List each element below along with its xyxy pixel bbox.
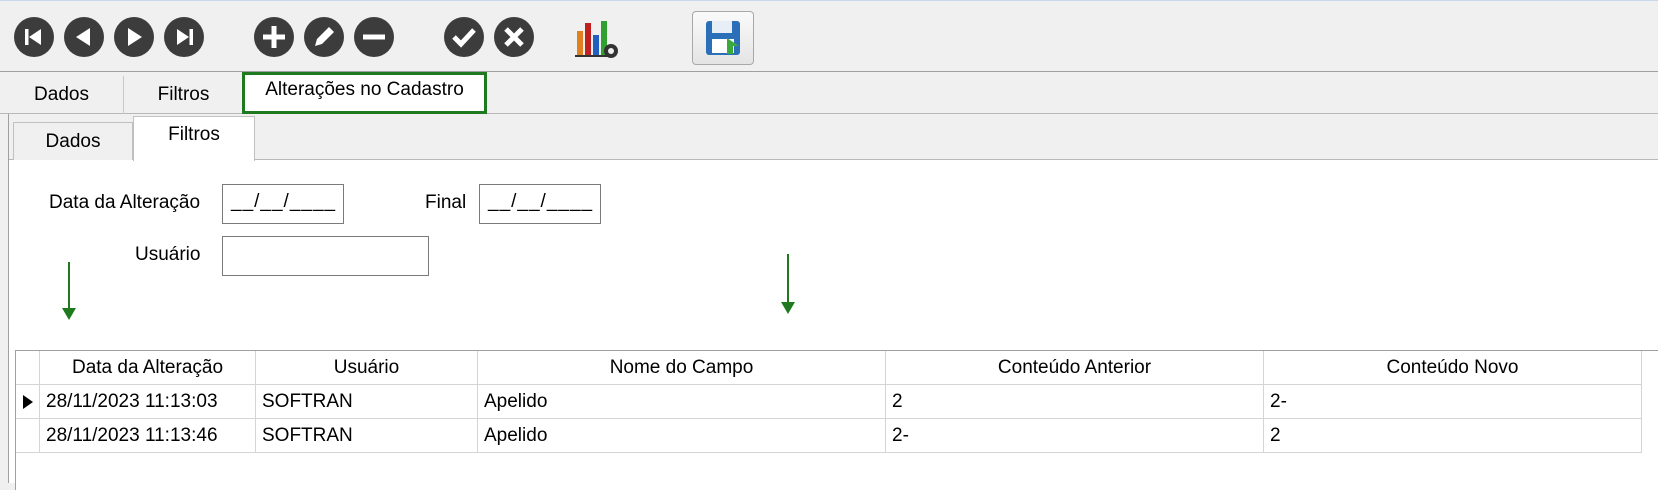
skip-last-icon	[177, 29, 193, 45]
prev-icon	[76, 28, 90, 46]
col-usuario[interactable]: Usuário	[256, 351, 478, 385]
col-data-alteracao[interactable]: Data da Alteração	[40, 351, 256, 385]
cell-conteudo-novo[interactable]: 2-	[1264, 385, 1642, 419]
data-alteracao-field[interactable]: __/__/____	[222, 184, 344, 224]
table-row[interactable]: 28/11/2023 11:13:46 SOFTRAN Apelido 2- 2	[16, 419, 1642, 453]
confirm-button[interactable]	[444, 17, 484, 57]
tab-filtros[interactable]: Filtros	[124, 76, 244, 114]
tab-alteracoes-no-cadastro[interactable]: Alterações no Cadastro	[242, 72, 487, 114]
main-tab-bar: Dados Filtros Alterações no Cadastro	[0, 72, 1658, 114]
usuario-field[interactable]	[222, 236, 429, 276]
skip-first-icon	[25, 29, 41, 45]
col-conteudo-anterior[interactable]: Conteúdo Anterior	[886, 351, 1264, 385]
edit-button[interactable]	[304, 17, 344, 57]
next-record-button[interactable]	[114, 17, 154, 57]
minus-icon	[363, 34, 385, 40]
prev-record-button[interactable]	[64, 17, 104, 57]
cell-data-alteracao[interactable]: 28/11/2023 11:13:03	[40, 385, 256, 419]
current-row-indicator-icon	[16, 385, 40, 419]
sub-tab-bar: Dados Filtros	[9, 114, 1658, 161]
tab-dados[interactable]: Dados	[0, 76, 124, 114]
cell-conteudo-anterior[interactable]: 2-	[886, 419, 1264, 453]
cell-nome-do-campo[interactable]: Apelido	[478, 419, 886, 453]
cell-usuario[interactable]: SOFTRAN	[256, 385, 478, 419]
col-conteudo-novo[interactable]: Conteúdo Novo	[1264, 351, 1642, 385]
data-alteracao-label: Data da Alteração	[49, 192, 201, 213]
chart-settings-button[interactable]	[575, 17, 623, 61]
cell-conteudo-novo[interactable]: 2	[1264, 419, 1642, 453]
col-nome-do-campo[interactable]: Nome do Campo	[478, 351, 886, 385]
final-label: Final	[425, 192, 467, 213]
cell-conteudo-anterior[interactable]: 2	[886, 385, 1264, 419]
alteracoes-panel: Dados Filtros Data da Alteração __/__/__…	[8, 114, 1658, 490]
plus-icon	[263, 26, 285, 48]
row-indicator	[16, 419, 40, 453]
bar-chart-gear-icon	[575, 21, 618, 58]
toolbar	[0, 0, 1658, 72]
final-date-field[interactable]: __/__/____	[479, 184, 601, 224]
annotation-arrow-left	[62, 262, 76, 320]
delete-button[interactable]	[354, 17, 394, 57]
pencil-icon	[315, 27, 334, 46]
add-button[interactable]	[254, 17, 294, 57]
first-record-button[interactable]	[14, 17, 54, 57]
cancel-button[interactable]	[494, 17, 534, 57]
usuario-label: Usuário	[135, 244, 201, 265]
x-icon	[504, 27, 524, 47]
save-button[interactable]	[692, 11, 754, 65]
subtab-dados[interactable]: Dados	[13, 122, 133, 160]
last-record-button[interactable]	[164, 17, 204, 57]
cell-usuario[interactable]: SOFTRAN	[256, 419, 478, 453]
subtab-filtros[interactable]: Filtros	[133, 116, 255, 161]
cell-data-alteracao[interactable]: 28/11/2023 11:13:46	[40, 419, 256, 453]
table-row[interactable]: 28/11/2023 11:13:03 SOFTRAN Apelido 2 2-	[16, 385, 1642, 419]
check-icon	[452, 28, 476, 48]
next-icon	[128, 28, 142, 46]
annotation-arrow-center	[781, 254, 795, 314]
grid-indicator-header	[16, 351, 40, 385]
grid-header: Data da Alteração Usuário Nome do Campo …	[16, 351, 1642, 385]
floppy-disk-icon	[706, 21, 740, 55]
cell-nome-do-campo[interactable]: Apelido	[478, 385, 886, 419]
changes-grid: Data da Alteração Usuário Nome do Campo …	[15, 350, 1658, 490]
